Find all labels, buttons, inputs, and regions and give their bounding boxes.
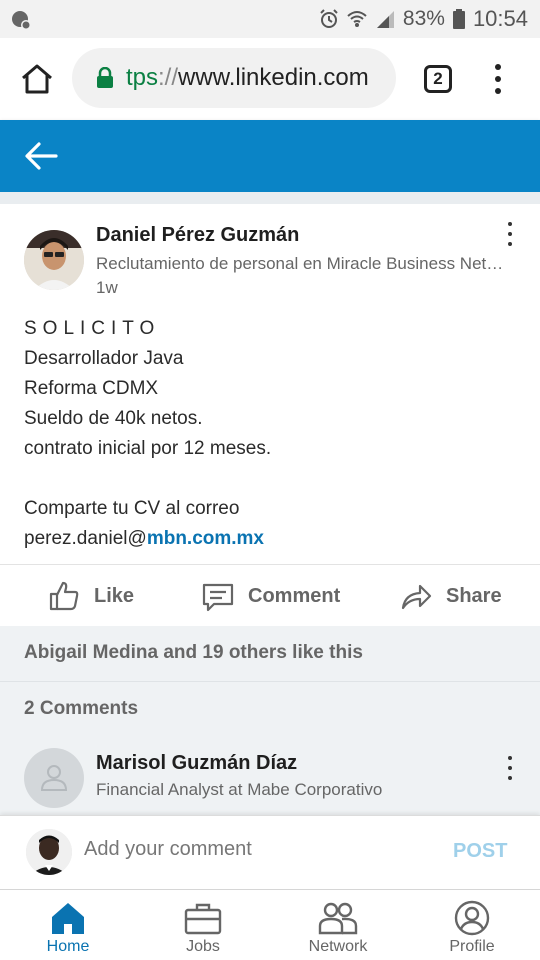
person-placeholder-icon bbox=[40, 765, 68, 791]
profile-icon bbox=[454, 900, 490, 936]
back-arrow-icon[interactable] bbox=[24, 140, 58, 172]
status-bar: 83% 10:54 bbox=[0, 0, 540, 38]
commenter-avatar[interactable] bbox=[24, 748, 84, 808]
author-name[interactable]: Daniel Pérez Guzmán bbox=[96, 224, 299, 247]
post-comment-button[interactable]: POST bbox=[453, 840, 507, 863]
likes-summary-bar[interactable]: Abigail Medina and 19 others like this bbox=[0, 626, 540, 682]
author-avatar[interactable] bbox=[24, 230, 84, 290]
post-options-icon[interactable] bbox=[500, 222, 520, 246]
comments-count: 2 Comments bbox=[24, 698, 139, 719]
nav-home-label: Home bbox=[46, 938, 90, 955]
url-text: tps://www.linkedin.com bbox=[126, 64, 369, 91]
comment-button[interactable]: Comment bbox=[202, 565, 340, 627]
author-headline: Reclutamiento de personal en Miracle Bus… bbox=[96, 254, 508, 273]
post-email-line: perez.daniel@mbn.com.mx bbox=[24, 524, 514, 554]
battery-percent: 83% bbox=[402, 7, 445, 30]
commenter-headline: Financial Analyst at Mabe Corporativo bbox=[96, 780, 383, 799]
comment-icon bbox=[202, 583, 234, 612]
nav-profile-label: Profile bbox=[449, 938, 495, 955]
post-line: Reforma CDMX bbox=[24, 378, 159, 399]
briefcase-icon bbox=[184, 903, 222, 935]
likes-summary[interactable]: Abigail Medina and 19 others like this bbox=[24, 642, 363, 664]
address-bar[interactable]: tps://www.linkedin.com bbox=[72, 48, 396, 108]
comment-label: Comment bbox=[248, 584, 341, 607]
post-actions: Like Comment Share bbox=[0, 564, 540, 626]
nav-jobs-label: Jobs bbox=[186, 938, 220, 955]
browser-toolbar: tps://www.linkedin.com 2 bbox=[0, 38, 540, 120]
email-domain-link[interactable]: mbn.com.mx bbox=[147, 528, 264, 549]
status-icons: 83% 10:54 bbox=[319, 6, 528, 32]
post-line: Desarrollador Java bbox=[24, 348, 184, 369]
commenter-name[interactable]: Marisol Guzmán Díaz bbox=[96, 752, 297, 775]
my-avatar bbox=[26, 829, 72, 875]
comments-section: 2 Comments Marisol Guzmán Díaz Financial… bbox=[0, 682, 540, 815]
like-button[interactable]: Like bbox=[48, 565, 134, 627]
tab-switcher-button[interactable]: 2 bbox=[424, 65, 452, 93]
signal-icon bbox=[376, 11, 394, 28]
separator bbox=[0, 192, 540, 204]
comment-input[interactable]: Add your comment bbox=[84, 838, 252, 861]
share-button[interactable]: Share bbox=[400, 565, 502, 627]
app-header bbox=[0, 120, 540, 192]
home-icon bbox=[52, 903, 84, 934]
share-icon bbox=[401, 584, 432, 610]
nav-network[interactable]: Network bbox=[288, 890, 388, 960]
post-line: contrato inicial por 12 meses. bbox=[24, 438, 272, 459]
thumbs-up-icon bbox=[49, 581, 79, 611]
post-line bbox=[24, 464, 514, 494]
alarm-icon bbox=[320, 9, 338, 28]
notification-icon bbox=[12, 11, 31, 30]
browser-menu-icon[interactable] bbox=[492, 64, 504, 94]
post-line: Comparte tu CV al correo bbox=[24, 498, 240, 519]
nav-home[interactable]: Home bbox=[18, 890, 118, 960]
email-prefix: perez.daniel@ bbox=[24, 528, 147, 549]
post-text: SOLICITO Desarrollador Java Reforma CDMX… bbox=[24, 314, 514, 554]
people-icon bbox=[318, 902, 358, 935]
post-line: Sueldo de 40k netos. bbox=[24, 408, 203, 429]
lock-icon bbox=[97, 67, 113, 88]
nav-jobs[interactable]: Jobs bbox=[153, 890, 253, 960]
comment-composer: Add your comment POST bbox=[0, 815, 540, 889]
battery-icon bbox=[452, 9, 465, 29]
nav-profile[interactable]: Profile bbox=[422, 890, 522, 960]
post-line: SOLICITO bbox=[24, 318, 161, 339]
home-icon[interactable] bbox=[20, 63, 54, 95]
share-label: Share bbox=[446, 584, 502, 607]
like-label: Like bbox=[94, 584, 135, 607]
post-timestamp: 1w bbox=[96, 278, 118, 297]
bottom-navigation: Home Jobs Network Profile bbox=[0, 889, 540, 960]
clock: 10:54 bbox=[472, 6, 528, 31]
wifi-icon bbox=[347, 11, 367, 27]
nav-network-label: Network bbox=[308, 938, 368, 955]
comment-options-icon[interactable] bbox=[500, 756, 520, 780]
